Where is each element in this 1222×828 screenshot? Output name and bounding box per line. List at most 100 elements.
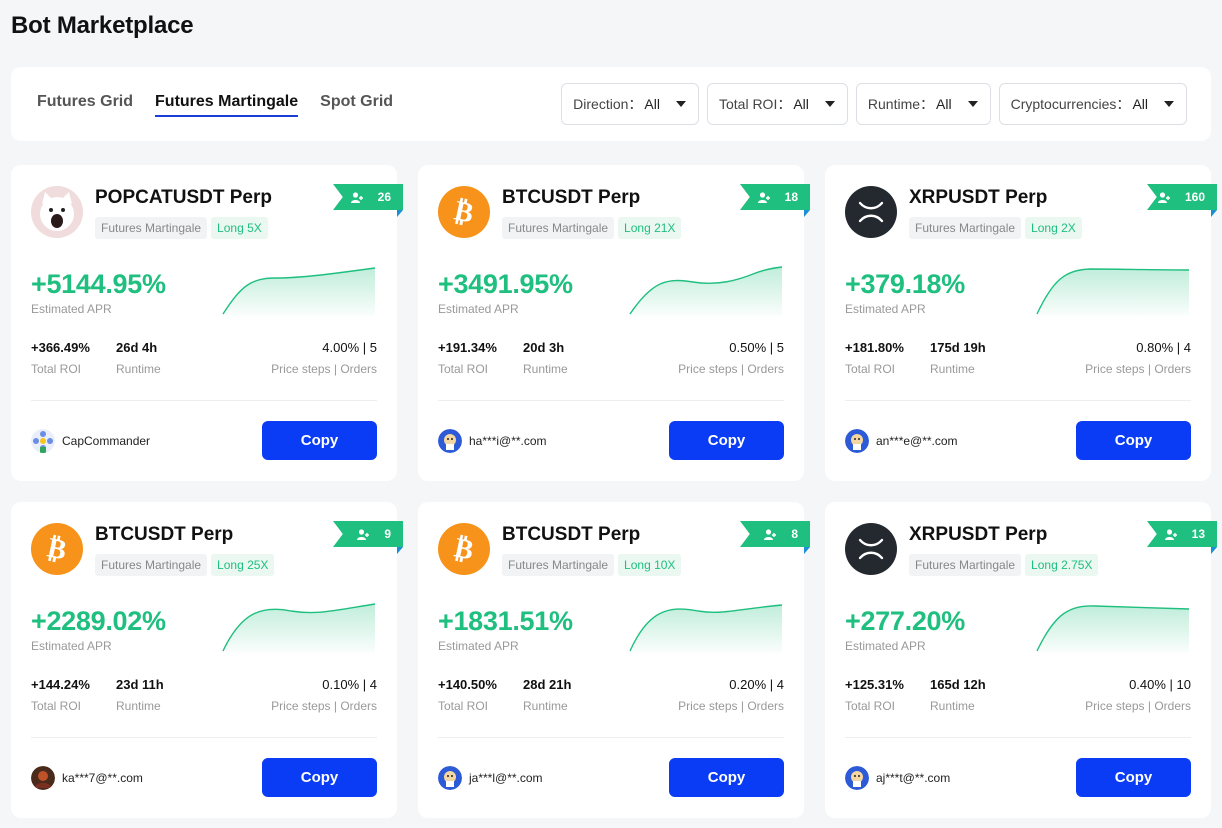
creator-name[interactable]: an***e@**.com [876,434,958,448]
runtime-label: Runtime [930,362,975,376]
leverage-tag: Long 21X [618,217,682,239]
default-avatar [845,429,869,453]
tab-futures-martingale[interactable]: Futures Martingale [155,93,299,117]
total-roi-filter[interactable]: Total ROI： All [706,83,848,125]
runtime-filter[interactable]: Runtime： All [855,83,991,125]
total-roi-value: +144.24% [31,677,90,692]
price-steps-value: 0.50% | 5 [729,340,784,355]
page-title: Bot Marketplace [11,12,194,39]
copiers-badge: 9 [333,521,403,555]
copy-button[interactable]: Copy [669,421,784,460]
xrp-icon [845,523,897,575]
default-avatar [438,429,462,453]
apr-label: Estimated APR [31,639,112,653]
creator-name[interactable]: CapCommander [62,434,150,448]
apr-value: +277.20% [845,606,965,636]
total-roi-label: Total ROI [31,362,82,376]
total-roi-value: +125.31% [845,677,904,692]
copy-button[interactable]: Copy [1076,758,1191,797]
price-steps-value: 4.00% | 5 [322,340,377,355]
tab-futures-grid[interactable]: Futures Grid [37,93,133,117]
strategy-tag: Futures Martingale [95,554,208,576]
runtime-label: Runtime [523,362,568,376]
direction-filter[interactable]: Direction： All [561,83,699,125]
divider [845,737,1191,738]
creator-name[interactable]: ka***7@**.com [62,771,143,785]
pnl-sparkline [1036,268,1190,316]
filter-value: All [793,96,809,112]
price-steps-value: 0.40% | 10 [1129,677,1191,692]
caret-down-icon [1164,101,1174,107]
leverage-tag: Long 25X [211,554,275,576]
copy-button[interactable]: Copy [669,758,784,797]
bot-card[interactable]: ₿ BTCUSDT Perp Futures Martingale Long 1… [418,502,810,818]
bitcoin-icon: ₿ [438,186,490,238]
runtime-value: 20d 3h [523,340,565,355]
creator-name[interactable]: aj***t@**.com [876,771,950,785]
copy-button[interactable]: Copy [262,758,377,797]
filter-value: All [644,96,660,112]
strategy-tag: Futures Martingale [502,554,615,576]
default-avatar [845,766,869,790]
price-steps-value: 0.10% | 4 [322,677,377,692]
copiers-badge: 18 [740,184,810,218]
leverage-tag: Long 5X [211,217,268,239]
copy-button[interactable]: Copy [1076,421,1191,460]
divider [438,400,784,401]
total-roi-label: Total ROI [438,699,489,713]
price-steps-value: 0.20% | 4 [729,677,784,692]
runtime-value: 28d 21h [523,677,572,692]
users-icon [357,528,370,540]
bot-card[interactable]: ₿ BTCUSDT Perp Futures Martingale Long 2… [11,502,403,818]
tag-row: Futures Martingale Long 10X [502,554,682,576]
price-steps-label: Price steps | Orders [1085,699,1191,713]
copy-button[interactable]: Copy [262,421,377,460]
total-roi-value: +140.50% [438,677,497,692]
flower-avatar [31,429,55,453]
filter-value: All [1132,96,1148,112]
bot-card[interactable]: XRPUSDT Perp Futures Martingale Long 2.7… [825,502,1217,818]
caret-down-icon [967,101,978,107]
total-roi-label: Total ROI [845,362,896,376]
total-roi-label: Total ROI [31,699,82,713]
price-steps-label: Price steps | Orders [271,362,377,376]
apr-value: +2289.02% [31,606,166,636]
cryptocurrencies-filter[interactable]: Cryptocurrencies： All [998,83,1187,125]
price-steps-label: Price steps | Orders [271,699,377,713]
apr-label: Estimated APR [31,302,112,316]
users-icon [764,528,777,540]
apr-value: +1831.51% [438,606,573,636]
copiers-count: 8 [791,527,798,541]
ribbon-fold [804,547,810,554]
apr-label: Estimated APR [438,302,519,316]
users-icon [1164,528,1178,540]
creator-name[interactable]: ja***l@**.com [469,771,543,785]
pair-name: BTCUSDT Perp [95,524,234,545]
strategy-tag: Futures Martingale [502,217,615,239]
runtime-value: 165d 12h [930,677,986,692]
ribbon-fold [1211,210,1217,217]
creator-name[interactable]: ha***i@**.com [469,434,547,448]
filter-label: Runtime： [867,96,935,112]
pair-name: XRPUSDT Perp [909,187,1048,208]
tab-spot-grid[interactable]: Spot Grid [320,93,393,117]
apr-label: Estimated APR [845,639,926,653]
apr-value: +379.18% [845,269,965,299]
leverage-tag: Long 10X [618,554,682,576]
total-roi-value: +366.49% [31,340,90,355]
pnl-sparkline [222,603,376,653]
total-roi-label: Total ROI [845,699,896,713]
runtime-value: 175d 19h [930,340,986,355]
divider [31,737,377,738]
copiers-count: 160 [1184,190,1205,204]
pnl-sparkline [1036,605,1190,653]
bot-card[interactable]: POPCATUSDT Perp Futures Martingale Long … [11,165,403,481]
copiers-count: 9 [384,527,391,541]
filter-label: Total ROI： [718,96,792,112]
bot-card[interactable]: ₿ BTCUSDT Perp Futures Martingale Long 2… [418,165,810,481]
divider [845,400,1191,401]
bot-card[interactable]: XRPUSDT Perp Futures Martingale Long 2X … [825,165,1217,481]
ribbon-fold [397,547,403,554]
apr-value: +5144.95% [31,269,166,299]
toolbar: Futures Grid Futures Martingale Spot Gri… [11,67,1211,141]
